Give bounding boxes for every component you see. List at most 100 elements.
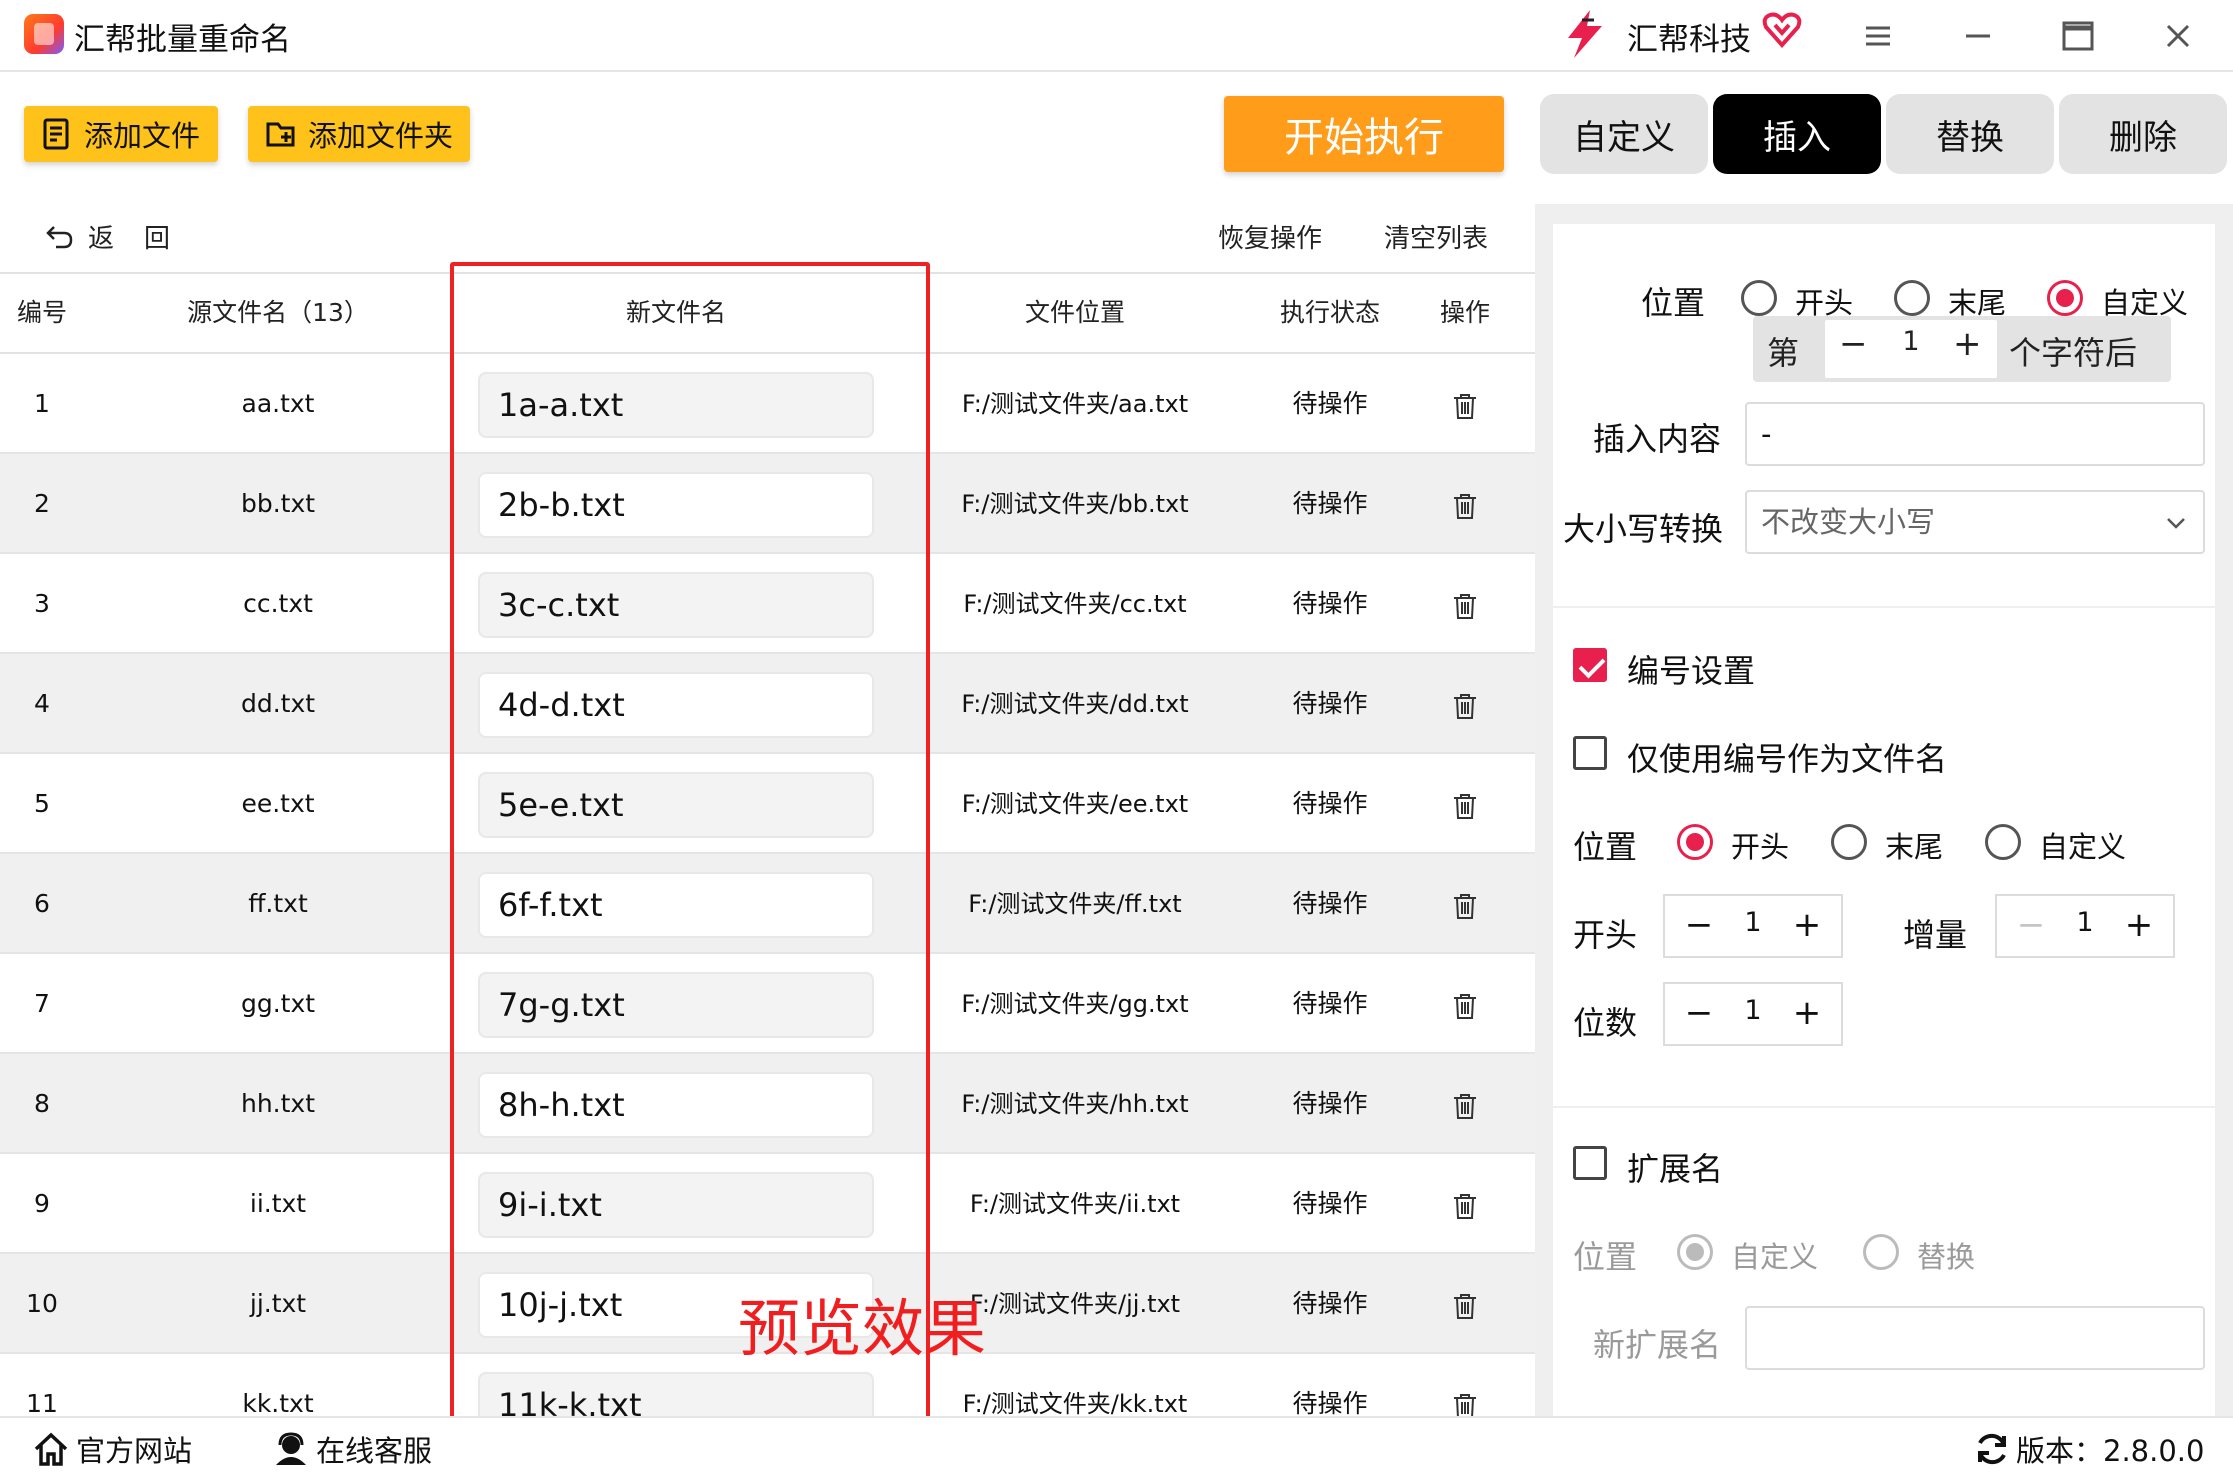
insert-position-end-radio[interactable] <box>1894 280 1930 316</box>
digits-stepper: − 1 + <box>1663 982 1843 1046</box>
trash-icon[interactable] <box>1452 392 1478 420</box>
extension-position-replace-radio[interactable] <box>1863 1234 1899 1270</box>
digits-minus-button[interactable]: − <box>1677 984 1721 1044</box>
start-label: 开头 <box>1573 916 1638 954</box>
support-agent-icon <box>276 1432 306 1465</box>
digits-plus-button[interactable]: + <box>1785 984 1829 1044</box>
insert-content-label: 插入内容 <box>1593 420 1722 458</box>
start-value[interactable]: 1 <box>1721 896 1785 956</box>
start-minus-button[interactable]: − <box>1677 896 1721 956</box>
nth-minus-button[interactable]: − <box>1839 324 1868 364</box>
trash-icon[interactable] <box>1452 1092 1478 1120</box>
row-status: 待操作 <box>1292 389 1368 418</box>
row-number: 7 <box>34 989 50 1018</box>
brand-logo-icon <box>1568 10 1602 58</box>
tab-custom[interactable]: 自定义 <box>1540 94 1708 174</box>
tab-replace[interactable]: 替换 <box>1886 94 2054 174</box>
number-only-checkbox[interactable] <box>1573 736 1607 770</box>
trash-icon[interactable] <box>1452 592 1478 620</box>
row-status: 待操作 <box>1292 489 1368 518</box>
extension-position-custom-label: 自定义 <box>1731 1240 1819 1274</box>
trash-icon[interactable] <box>1452 692 1478 720</box>
row-number: 6 <box>34 889 50 918</box>
extension-position-label: 位置 <box>1573 1238 1638 1276</box>
extension-position-custom-radio[interactable] <box>1677 1234 1713 1270</box>
row-number: 5 <box>34 789 50 818</box>
extension-settings: 扩展名 位置 自定义 替换 新扩展名 <box>1553 1108 2215 1416</box>
back-button[interactable]: 返回 <box>44 218 200 255</box>
digits-value[interactable]: 1 <box>1721 984 1785 1044</box>
header-no: 编号 <box>16 298 67 327</box>
website-link[interactable]: 官方网站 <box>32 1428 192 1470</box>
numbering-position-custom-radio[interactable] <box>1985 824 2021 860</box>
digits-label: 位数 <box>1573 1004 1638 1042</box>
nth-plus-button[interactable]: + <box>1953 324 1982 364</box>
numbering-settings: 编号设置 仅使用编号作为文件名 位置 开头 末尾 自定义 开头 − 1 + 增量… <box>1553 608 2215 1106</box>
brand-name: 汇帮科技 <box>1627 22 1751 58</box>
increment-minus-button[interactable]: − <box>2009 896 2053 956</box>
support-link[interactable]: 在线客服 <box>272 1428 432 1470</box>
increment-label: 增量 <box>1903 916 1968 954</box>
preview-annotation: 预览效果 <box>738 1292 987 1365</box>
close-icon[interactable] <box>2156 14 2200 58</box>
trash-icon[interactable] <box>1452 992 1478 1020</box>
start-plus-button[interactable]: + <box>1785 896 1829 956</box>
row-number: 9 <box>34 1189 50 1218</box>
trash-icon[interactable] <box>1452 492 1478 520</box>
start-button[interactable]: 开始执行 <box>1224 96 1504 172</box>
preview-highlight-frame <box>450 262 930 1428</box>
nth-char-group: 第 − 1 + 个字符后 <box>1753 316 2171 382</box>
header-source: 源文件名（13） <box>187 298 369 327</box>
numbering-enabled-label: 编号设置 <box>1627 652 1756 690</box>
increment-value[interactable]: 1 <box>2053 896 2117 956</box>
tab-insert[interactable]: 插入 <box>1713 94 1881 174</box>
case-select[interactable]: 不改变大小写 <box>1745 490 2205 554</box>
tab-delete[interactable]: 删除 <box>2059 94 2227 174</box>
extension-position-replace-label: 替换 <box>1917 1240 1976 1274</box>
start-stepper: − 1 + <box>1663 894 1843 958</box>
nth-value[interactable]: 1 <box>1897 326 1925 357</box>
numbering-position-end-radio[interactable] <box>1831 824 1867 860</box>
trash-icon[interactable] <box>1452 792 1478 820</box>
numbering-position-start-label: 开头 <box>1731 830 1790 864</box>
menu-icon[interactable] <box>1856 14 1900 58</box>
add-file-icon <box>43 118 69 150</box>
home-icon <box>34 1432 68 1466</box>
back-label: 返回 <box>88 224 201 254</box>
vip-heart-icon[interactable] <box>1762 12 1802 48</box>
trash-icon[interactable] <box>1452 1292 1478 1320</box>
insert-position-start-radio[interactable] <box>1741 280 1777 316</box>
chevron-down-icon <box>2167 518 2185 529</box>
row-status: 待操作 <box>1292 889 1368 918</box>
row-source-name: aa.txt <box>241 389 315 418</box>
trash-icon[interactable] <box>1452 1192 1478 1220</box>
trash-icon[interactable] <box>1452 1392 1478 1416</box>
header-action: 操作 <box>1439 298 1490 327</box>
insert-position-custom-radio[interactable] <box>2047 280 2083 316</box>
maximize-icon[interactable] <box>2056 14 2100 58</box>
add-folder-icon <box>266 122 295 147</box>
add-file-label: 添加文件 <box>84 119 201 153</box>
add-folder-button[interactable]: 添加文件夹 <box>248 106 470 162</box>
row-status: 待操作 <box>1292 1089 1368 1118</box>
row-file-path: F:/测试文件夹/aa.txt <box>961 390 1189 418</box>
numbering-enabled-checkbox[interactable] <box>1573 648 1607 682</box>
new-extension-input[interactable] <box>1745 1306 2205 1370</box>
header-status: 执行状态 <box>1279 298 1380 327</box>
clear-list-button[interactable]: 清空列表 <box>1384 218 1488 255</box>
version-info[interactable]: 版本：2.8.0.0 <box>1974 1428 2204 1470</box>
case-select-value: 不改变大小写 <box>1761 505 1936 539</box>
extension-enabled-checkbox[interactable] <box>1573 1146 1607 1180</box>
minimize-icon[interactable] <box>1956 14 2000 58</box>
add-file-button[interactable]: 添加文件 <box>24 106 218 162</box>
row-status: 待操作 <box>1292 1189 1368 1218</box>
insert-content-input[interactable]: - <box>1745 402 2205 466</box>
trash-icon[interactable] <box>1452 892 1478 920</box>
nth-prefix: 第 <box>1767 334 1800 372</box>
numbering-position-end-label: 末尾 <box>1885 830 1944 864</box>
app-title: 汇帮批量重命名 <box>74 22 291 58</box>
increment-plus-button[interactable]: + <box>2117 896 2161 956</box>
numbering-position-start-radio[interactable] <box>1677 824 1713 860</box>
restore-button[interactable]: 恢复操作 <box>1218 218 1322 255</box>
version-label: 版本：2.8.0.0 <box>2016 1434 2205 1468</box>
